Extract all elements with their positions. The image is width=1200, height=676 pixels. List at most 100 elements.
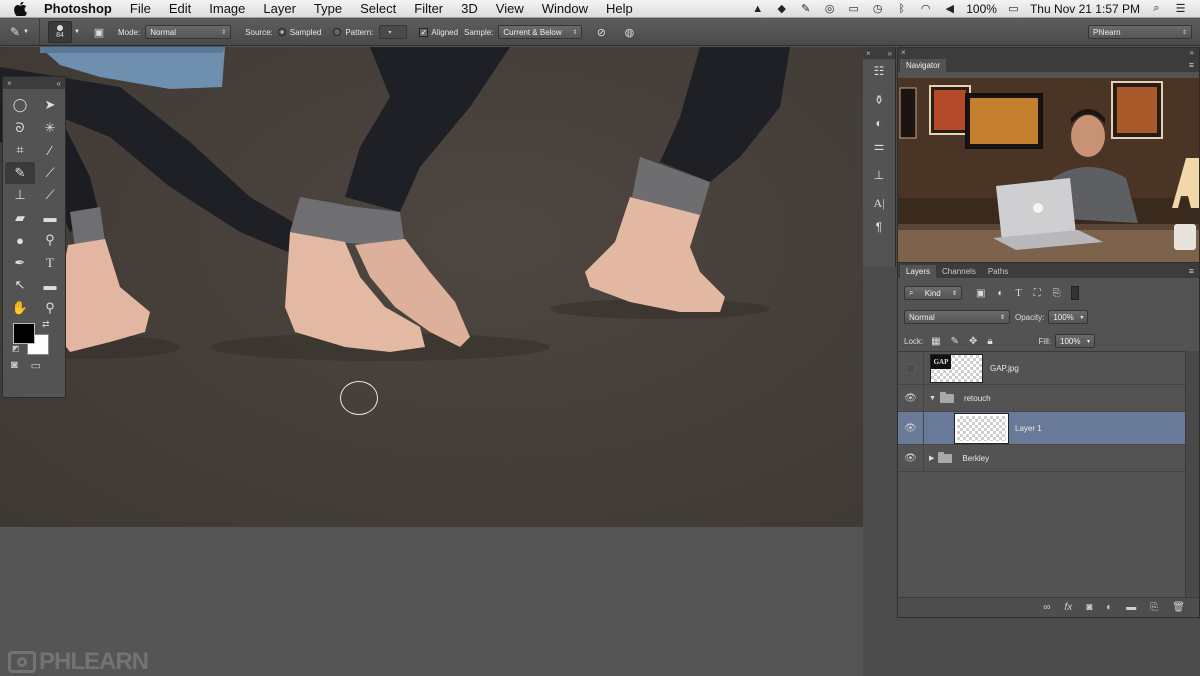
- lock-position-icon[interactable]: ✥: [969, 336, 977, 347]
- clone-source-panel-icon[interactable]: ⊥: [863, 163, 895, 186]
- lasso-tool-icon[interactable]: ᘐ: [5, 117, 35, 140]
- menu-file[interactable]: File: [121, 0, 160, 18]
- crop-tool-icon[interactable]: ⌗: [5, 139, 35, 162]
- eraser-tool-icon[interactable]: ▰: [5, 207, 35, 230]
- collapse-icon[interactable]: «: [57, 79, 61, 88]
- tab-paths[interactable]: Paths: [982, 265, 1014, 278]
- opacity-field[interactable]: 100% ▾: [1048, 310, 1089, 324]
- aligned-checkbox[interactable]: ✓: [419, 27, 429, 37]
- pen-tool-icon[interactable]: ✒: [5, 252, 35, 275]
- filter-shape-icon[interactable]: ⛶: [1034, 288, 1041, 299]
- document-canvas[interactable]: [0, 47, 863, 676]
- collapse-icon[interactable]: »: [888, 49, 892, 58]
- filter-adjustment-icon[interactable]: ◐: [997, 288, 1003, 299]
- new-layer-icon[interactable]: ⎘: [1150, 602, 1158, 613]
- tools-panel-header[interactable]: × «: [3, 77, 65, 89]
- menu-select[interactable]: Select: [351, 0, 405, 18]
- tool-preset-picker[interactable]: ✎ ▼: [0, 19, 40, 45]
- adjustments-panel-icon[interactable]: ◐: [863, 111, 895, 134]
- battery-icon[interactable]: ▭: [1006, 2, 1021, 15]
- menu-type[interactable]: Type: [305, 0, 351, 18]
- history-panel-icon[interactable]: ☷: [863, 59, 895, 82]
- brush-size-picker[interactable]: 84: [48, 21, 72, 43]
- new-adjustment-layer-icon[interactable]: ◐: [1106, 602, 1112, 613]
- fx-icon[interactable]: fx: [1064, 602, 1072, 613]
- triangle-collapsed-icon[interactable]: ▶: [929, 454, 934, 462]
- tab-channels[interactable]: Channels: [936, 265, 982, 278]
- panel-menu-icon[interactable]: ≡: [1189, 60, 1194, 70]
- paragraph-panel-icon[interactable]: ¶: [863, 215, 895, 238]
- dropbox-icon[interactable]: ◆: [774, 2, 789, 15]
- eye-icon[interactable]: 👁︎: [898, 385, 924, 411]
- blur-tool-icon[interactable]: ●: [5, 229, 35, 252]
- character-panel-icon[interactable]: A|: [863, 192, 895, 215]
- layer-name[interactable]: Berkley: [962, 454, 989, 463]
- evernote-icon[interactable]: ✎: [798, 2, 813, 15]
- dodge-tool-icon[interactable]: ⚲: [35, 229, 65, 252]
- tab-layers[interactable]: Layers: [900, 265, 937, 278]
- tab-navigator[interactable]: Navigator: [900, 59, 947, 72]
- healing-brush-tool-icon[interactable]: ✎: [5, 161, 35, 184]
- blend-mode-select[interactable]: Normal ⇕: [904, 310, 1010, 324]
- layer-name[interactable]: GAP.jpg: [990, 364, 1019, 373]
- filter-smart-object-icon[interactable]: ⎘: [1053, 288, 1061, 299]
- menu-image[interactable]: Image: [200, 0, 254, 18]
- panel-menu-icon[interactable]: ≡: [1189, 266, 1194, 276]
- marquee-tool-icon[interactable]: ◯: [5, 94, 35, 117]
- add-mask-icon[interactable]: ◙: [1086, 602, 1092, 613]
- fill-field[interactable]: 100% ▾: [1055, 334, 1095, 348]
- clone-stamp-tool-icon[interactable]: ⊥: [5, 184, 35, 207]
- foreground-color-swatch[interactable]: [13, 323, 35, 344]
- brush-tool-icon[interactable]: ⟋: [35, 162, 65, 185]
- layers-scrollbar[interactable]: [1185, 351, 1199, 601]
- collapse-icon[interactable]: »: [1190, 48, 1194, 57]
- ignore-adjustment-layers-icon[interactable]: ⊘: [592, 23, 610, 41]
- filter-toggle[interactable]: [1070, 286, 1079, 300]
- new-group-icon[interactable]: ▬: [1126, 602, 1136, 613]
- clock[interactable]: Thu Nov 21 1:57 PM: [1030, 2, 1140, 16]
- rectangle-tool-icon[interactable]: ▬: [35, 274, 65, 297]
- lock-image-icon[interactable]: ✎: [951, 336, 959, 347]
- spotlight-search-icon[interactable]: ⌕: [1149, 2, 1164, 15]
- navigator-preview[interactable]: [898, 78, 1199, 262]
- creative-cloud-icon[interactable]: ◎: [822, 2, 837, 15]
- menu-view[interactable]: View: [487, 0, 533, 18]
- layer-row-gap[interactable]: GAP GAP.jpg: [898, 352, 1185, 385]
- visibility-toggle-off[interactable]: [898, 352, 924, 384]
- notification-center-icon[interactable]: ☰: [1173, 2, 1188, 15]
- eyedropper-tool-icon[interactable]: ⁄: [35, 139, 65, 162]
- filter-type-icon[interactable]: T: [1016, 288, 1022, 299]
- close-icon[interactable]: ×: [901, 48, 906, 57]
- menu-layer[interactable]: Layer: [254, 0, 305, 18]
- clone-source-panel-icon[interactable]: ▣: [90, 23, 108, 41]
- menu-filter[interactable]: Filter: [405, 0, 452, 18]
- apple-menu-icon[interactable]: [0, 1, 40, 16]
- magic-wand-tool-icon[interactable]: ✳: [35, 117, 65, 140]
- filter-kind-select[interactable]: ⌕ Kind ⇕: [904, 286, 962, 300]
- wifi-icon[interactable]: ◠: [918, 2, 933, 15]
- airplay-icon[interactable]: ▭: [846, 2, 861, 15]
- layer-group-berkley[interactable]: 👁︎ ▶ Berkley: [898, 445, 1185, 472]
- eye-icon[interactable]: 👁︎: [898, 445, 924, 471]
- move-tool-icon[interactable]: ➤: [35, 94, 65, 117]
- swap-colors-icon[interactable]: ⇄: [42, 319, 50, 330]
- mode-select[interactable]: Normal ⇕: [145, 25, 232, 39]
- layer-group-retouch[interactable]: 👁︎ ▼ retouch: [898, 385, 1185, 412]
- quick-mask-icon[interactable]: ◙: [11, 359, 18, 372]
- sample-select[interactable]: Current & Below ⇕: [498, 25, 583, 39]
- zoom-tool-icon[interactable]: ⚲: [35, 297, 65, 320]
- menu-window[interactable]: Window: [533, 0, 597, 18]
- brushes-panel-icon[interactable]: ⚱: [863, 88, 895, 111]
- link-layers-icon[interactable]: ∞: [1043, 602, 1050, 613]
- lock-transparent-icon[interactable]: ▦: [931, 336, 940, 347]
- default-colors-icon[interactable]: ◩: [12, 344, 20, 353]
- type-tool-icon[interactable]: T: [35, 252, 65, 275]
- layer-name[interactable]: Layer 1: [1015, 424, 1042, 433]
- volume-icon[interactable]: ◀: [942, 2, 957, 15]
- menu-edit[interactable]: Edit: [160, 0, 200, 18]
- hand-tool-icon[interactable]: ✋: [5, 297, 35, 320]
- close-icon[interactable]: ×: [866, 49, 871, 58]
- chevron-down-icon[interactable]: ▼: [74, 29, 80, 35]
- bluetooth-icon[interactable]: ᛒ: [894, 2, 909, 15]
- trash-icon[interactable]: 🗑︎: [1172, 602, 1185, 613]
